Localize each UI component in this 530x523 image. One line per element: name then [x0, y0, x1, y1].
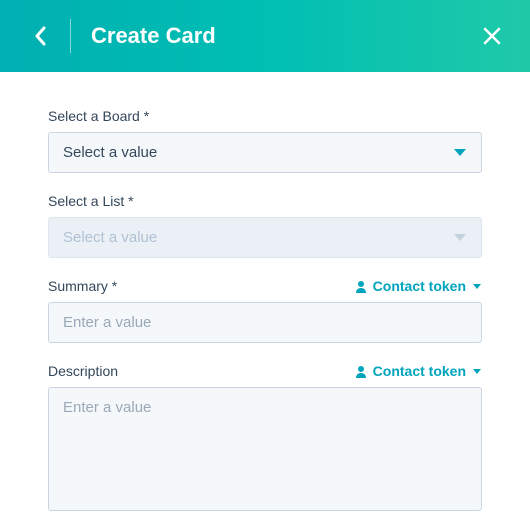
label-row: Summary * Contact token — [48, 278, 482, 294]
field-description: Description Contact token — [48, 363, 482, 511]
person-icon — [355, 280, 367, 293]
summary-input-wrap — [48, 302, 482, 343]
chevron-down-icon — [453, 233, 467, 243]
close-button[interactable] — [476, 20, 508, 52]
board-select[interactable]: Select a value — [48, 132, 482, 173]
label-row: Select a Board * — [48, 108, 482, 124]
back-button[interactable] — [24, 20, 56, 52]
field-list: Select a List * Select a value — [48, 193, 482, 258]
list-select-value: Select a value — [63, 229, 157, 246]
form-body: Select a Board * Select a value Select a… — [0, 72, 530, 511]
summary-input[interactable] — [63, 314, 467, 331]
list-select: Select a value — [48, 217, 482, 258]
description-textarea[interactable] — [63, 399, 467, 499]
field-summary: Summary * Contact token — [48, 278, 482, 343]
chevron-down-icon — [472, 283, 482, 290]
summary-token-label: Contact token — [373, 278, 466, 294]
person-icon — [355, 365, 367, 378]
description-label: Description — [48, 363, 118, 379]
label-row: Select a List * — [48, 193, 482, 209]
chevron-down-icon — [453, 148, 467, 158]
header-divider — [70, 19, 71, 53]
close-icon — [483, 27, 501, 45]
board-label: Select a Board * — [48, 108, 149, 124]
board-select-value: Select a value — [63, 144, 157, 161]
field-board: Select a Board * Select a value — [48, 108, 482, 173]
summary-label: Summary * — [48, 278, 117, 294]
chevron-left-icon — [34, 26, 46, 46]
label-row: Description Contact token — [48, 363, 482, 379]
description-input-wrap — [48, 387, 482, 511]
description-token-label: Contact token — [373, 363, 466, 379]
modal-header: Create Card — [0, 0, 530, 72]
modal-title: Create Card — [91, 23, 216, 49]
description-contact-token[interactable]: Contact token — [355, 363, 482, 379]
chevron-down-icon — [472, 368, 482, 375]
summary-contact-token[interactable]: Contact token — [355, 278, 482, 294]
list-label: Select a List * — [48, 193, 134, 209]
